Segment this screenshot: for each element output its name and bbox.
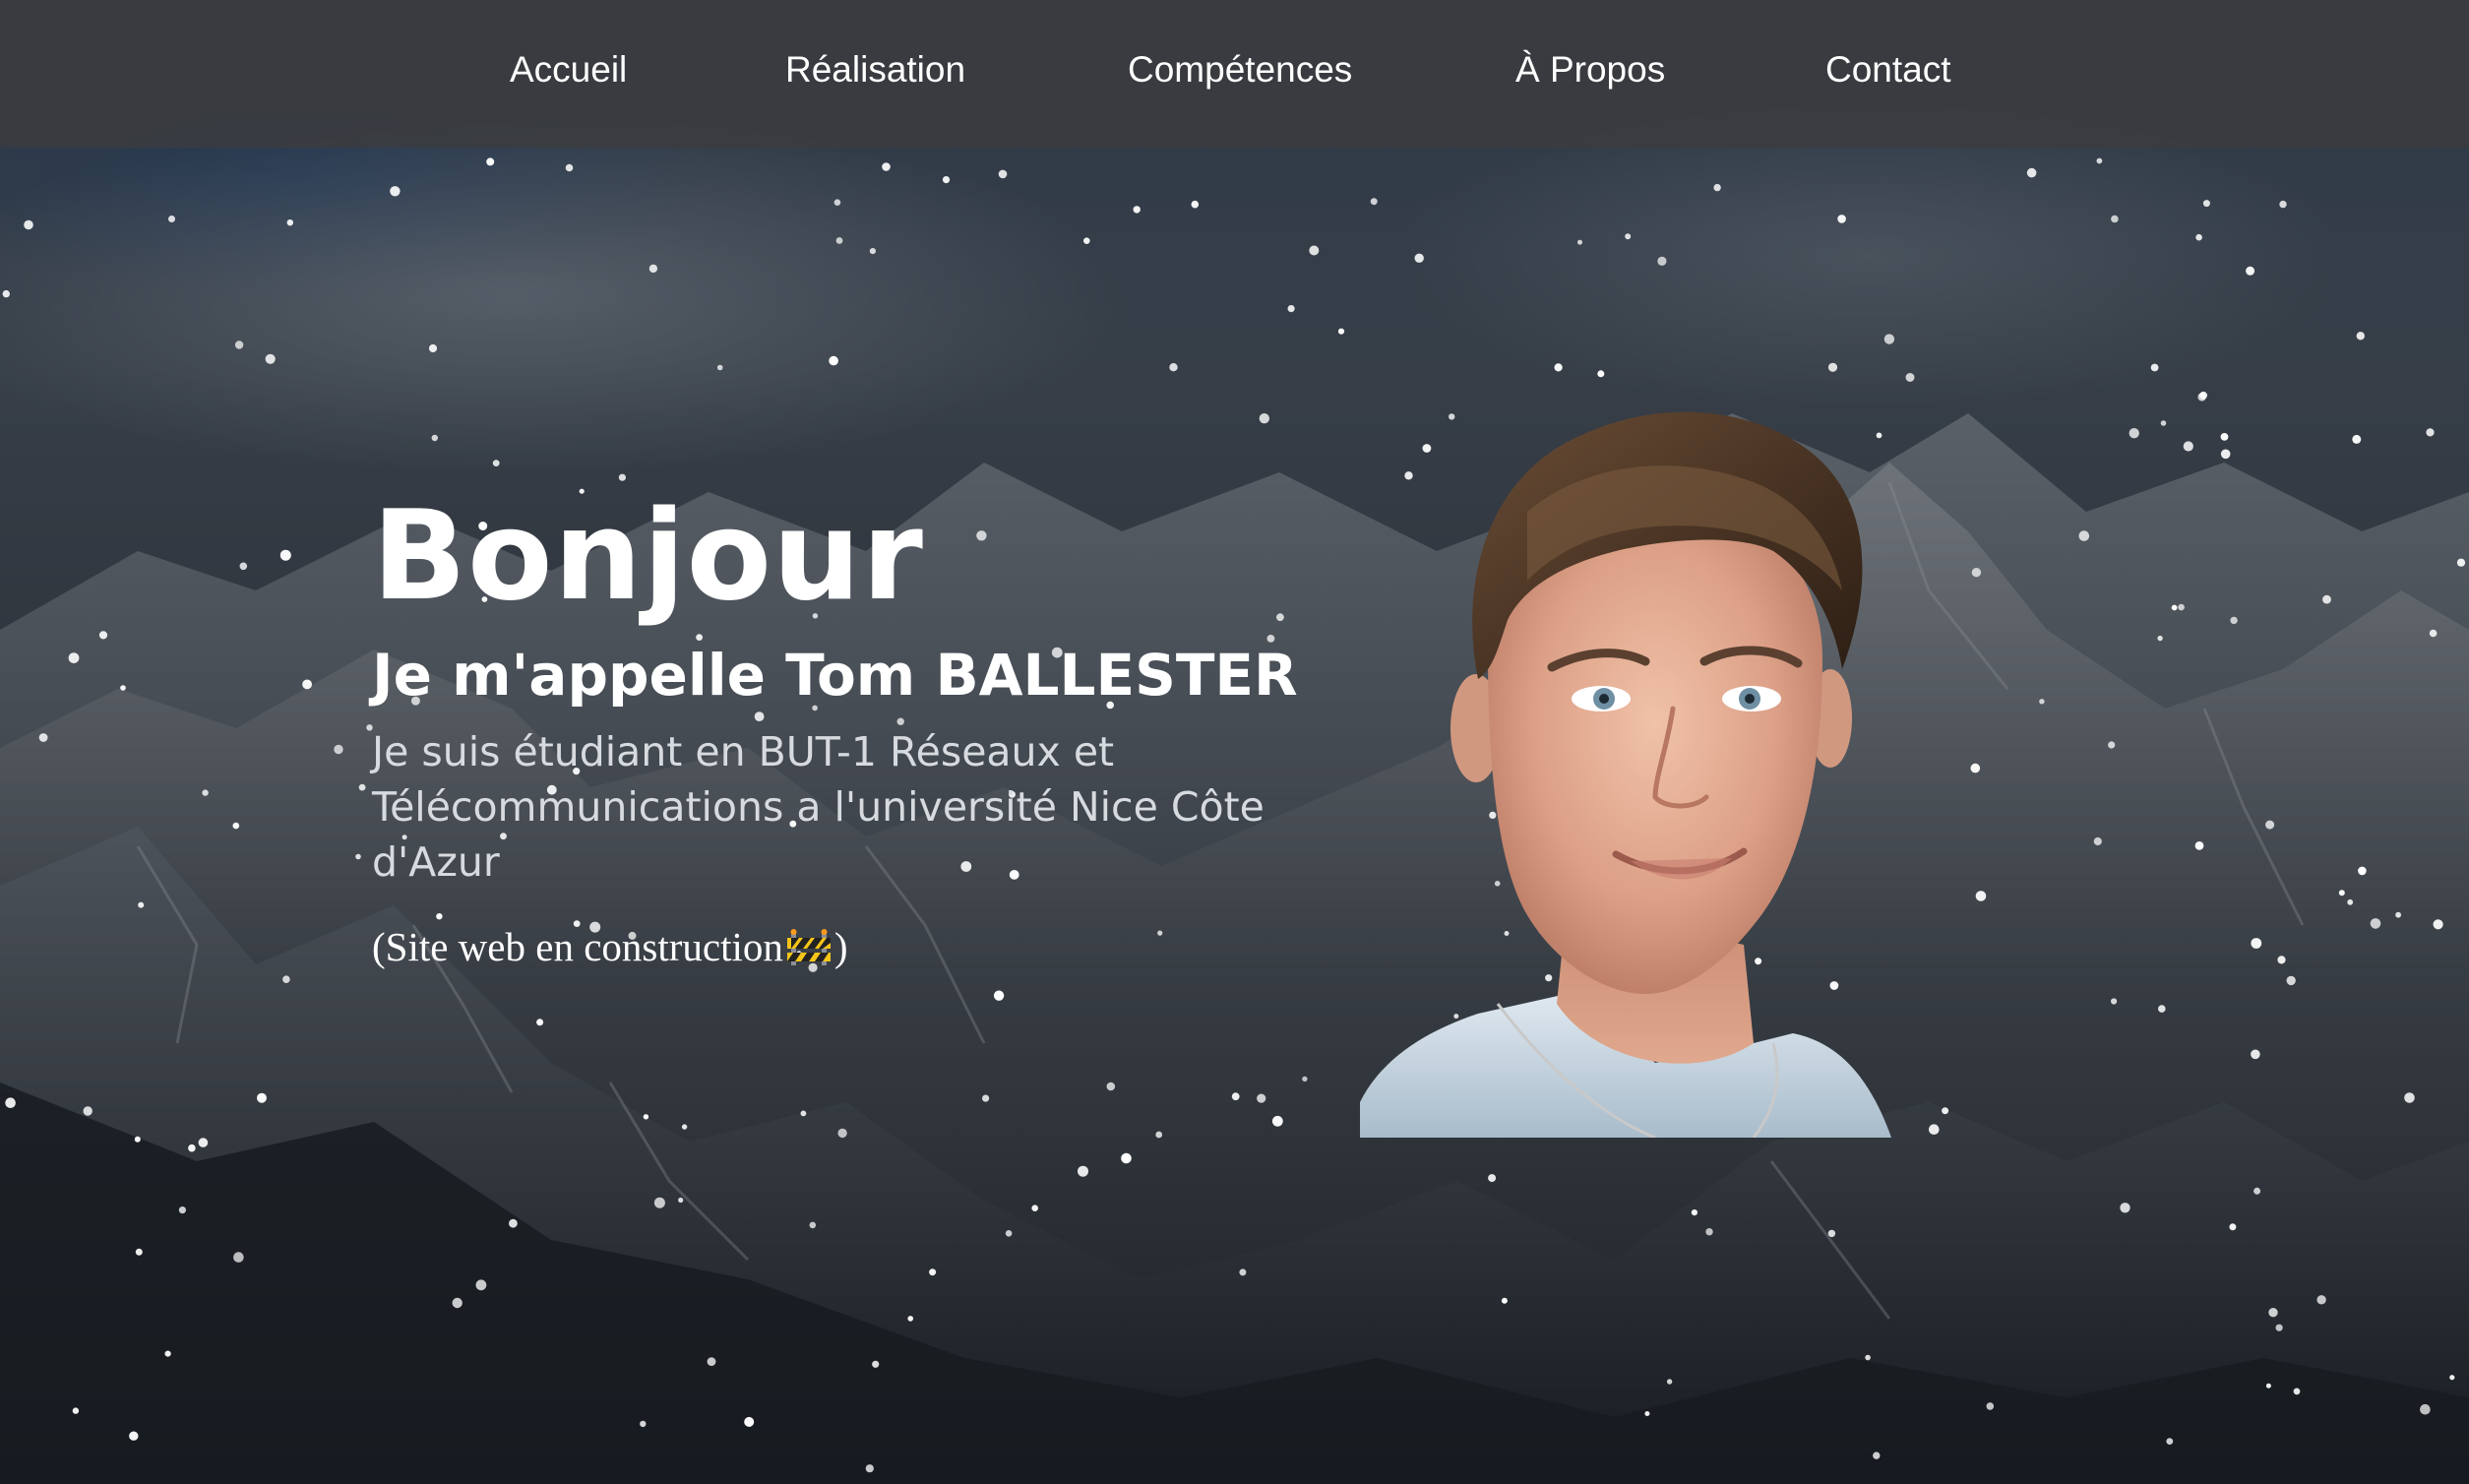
hero-title: Bonjour bbox=[372, 483, 924, 628]
nav-link-realisation[interactable]: Réalisation bbox=[785, 49, 965, 91]
hero-description: Je suis étudiant en BUT-1 Réseaux et Tél… bbox=[372, 728, 1265, 886]
nav-link-competences[interactable]: Compétences bbox=[1128, 49, 1352, 91]
construction-note-prefix: (Site web en construction bbox=[372, 924, 783, 969]
hero-subtitle: Je m'appelle Tom BALLESTER bbox=[372, 642, 1298, 709]
portrait-photo bbox=[1360, 354, 1970, 1140]
nav-link-a-propos[interactable]: À Propos bbox=[1515, 49, 1665, 91]
construction-note-suffix: ) bbox=[833, 924, 848, 969]
navbar: Accueil Réalisation Compétences À Propos… bbox=[0, 0, 2469, 148]
construction-icon bbox=[786, 925, 831, 965]
hero-section: Bonjour Je m'appelle Tom BALLESTER Je su… bbox=[372, 482, 1356, 974]
construction-note: (Site web en construction) bbox=[372, 919, 1356, 974]
page: Accueil Réalisation Compétences À Propos… bbox=[0, 0, 2469, 1484]
nav-link-accueil[interactable]: Accueil bbox=[510, 49, 627, 91]
nav-link-contact[interactable]: Contact bbox=[1825, 49, 1951, 91]
